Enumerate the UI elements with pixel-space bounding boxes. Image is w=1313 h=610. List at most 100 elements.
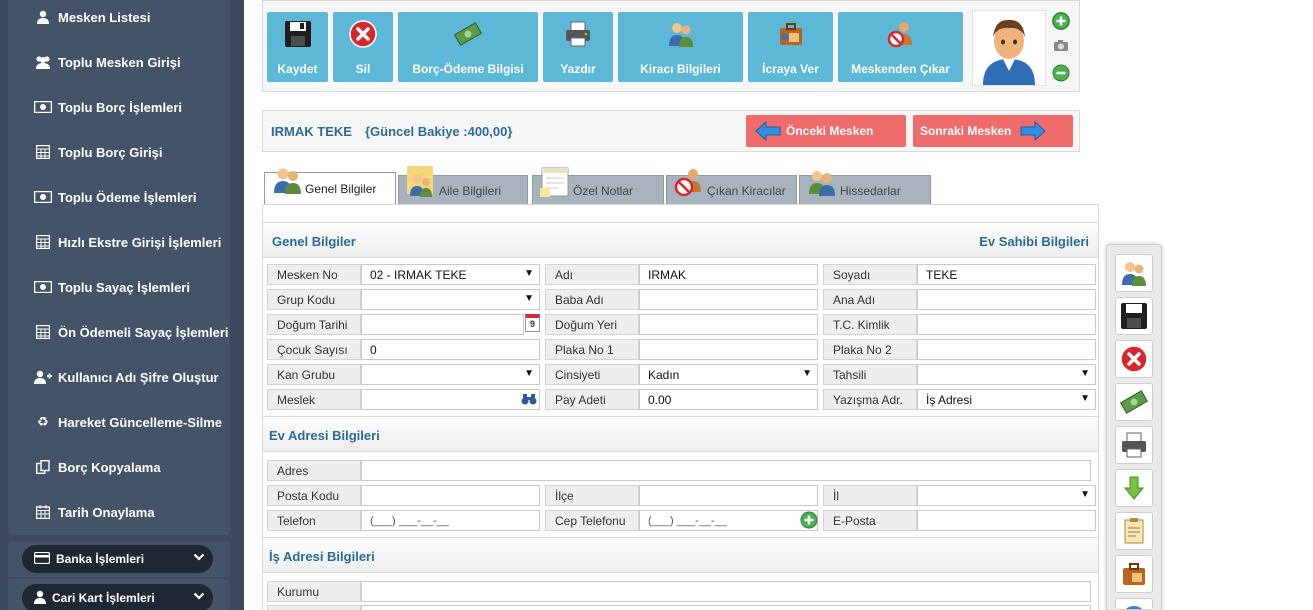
share-count-field[interactable]: 0.00: [639, 389, 818, 410]
field-label: Doğum Tarihi: [267, 314, 361, 335]
money-icon: [34, 190, 52, 204]
sidebar-item-toplu-borc-girisi[interactable]: Toplu Borç Girişi: [34, 142, 163, 162]
minus-icon: [1052, 64, 1070, 82]
calendar-icon[interactable]: 9: [525, 314, 540, 332]
floating-tenants-button[interactable]: [1115, 254, 1153, 292]
sidebar: Mesken Listesi Toplu Mesken Girişi Toplu…: [0, 0, 244, 610]
sidebar-item-mesken-listesi[interactable]: Mesken Listesi: [34, 7, 151, 27]
section-header-genel: Genel Bilgiler Ev Sahibi Bilgileri: [263, 222, 1098, 258]
sidebar-item-toplu-odeme-islemleri[interactable]: Toplu Ödeme İşlemleri: [34, 187, 196, 207]
tenants-button[interactable]: Kiracı Bilgileri: [618, 12, 743, 82]
birth-date-field[interactable]: [361, 314, 524, 335]
user-icon: [34, 590, 46, 607]
institution-field[interactable]: [361, 581, 1091, 602]
field-label: Posta Kodu: [267, 485, 361, 506]
sidebar-group-cari-kart[interactable]: Cari Kart İşlemleri: [22, 584, 213, 610]
calculator-icon: [34, 145, 52, 159]
last-name-field[interactable]: TEKE: [917, 264, 1096, 285]
blood-type-select[interactable]: [361, 364, 540, 385]
occupation-field[interactable]: [361, 389, 540, 410]
plate-2-field[interactable]: [917, 339, 1096, 360]
remove-photo-button[interactable]: [1052, 64, 1070, 82]
meskenden-cikar-button[interactable]: Meskenden Çıkar: [838, 12, 963, 82]
borc-odeme-button[interactable]: Borç-Ödeme Bilgisi: [398, 12, 538, 82]
email-field[interactable]: [917, 510, 1096, 531]
floating-delete-button[interactable]: [1115, 340, 1153, 378]
field-partial[interactable]: [361, 605, 1091, 610]
camera-button[interactable]: [1052, 37, 1070, 55]
field-label: Baba Adı: [545, 289, 639, 310]
tab-hissedarlar[interactable]: Hissedarlar: [799, 171, 931, 205]
birth-place-field[interactable]: [639, 314, 818, 335]
sidebar-item-borc-kopyalama[interactable]: Borç Kopyalama: [34, 457, 161, 477]
sidebar-item-tarih-onaylama[interactable]: Tarih Onaylama: [34, 502, 155, 522]
binoculars-icon[interactable]: [521, 392, 537, 406]
children-count-field[interactable]: 0: [361, 339, 540, 360]
correspondence-select[interactable]: İş Adresi: [917, 389, 1096, 410]
user-icon: [34, 10, 52, 24]
avatar[interactable]: [972, 10, 1046, 86]
sidebar-item-kullanici-sifre[interactable]: Kullanıcı Adı Şifre Oluştur: [34, 367, 219, 387]
previous-mesken-label: Önceki Mesken: [786, 124, 874, 138]
group-code-select[interactable]: [361, 289, 540, 310]
tab-aile-bilgileri[interactable]: Aile Bilgileri: [398, 166, 528, 205]
tab-ozel-notlar[interactable]: Özel Notlar: [532, 167, 664, 205]
section-header-ev-adresi: Ev Adresi Bilgileri: [263, 416, 1098, 452]
field-label: Pay Adeti: [545, 389, 639, 410]
tab-label: Genel Bilgiler: [305, 182, 377, 196]
sidebar-item-hizli-ekstre[interactable]: Hızlı Ekstre Girişi İşlemleri: [34, 232, 221, 252]
first-name-field[interactable]: IRMAK: [639, 264, 818, 285]
previous-mesken-button[interactable]: Önceki Mesken: [746, 115, 906, 147]
icraya-ver-label: İcraya Ver: [762, 62, 819, 76]
sidebar-item-hareket-guncelleme[interactable]: ♻ Hareket Güncelleme-Silme: [34, 412, 222, 432]
address-field[interactable]: [361, 460, 1091, 481]
sidebar-group-banka[interactable]: Banka İşlemleri: [22, 545, 213, 573]
phone-field[interactable]: (___) ___-__-__: [361, 510, 540, 531]
delete-button[interactable]: Sil: [333, 12, 393, 82]
city-select[interactable]: [917, 485, 1096, 506]
plate-1-field[interactable]: [639, 339, 818, 360]
mother-name-field[interactable]: [917, 289, 1096, 310]
education-select[interactable]: [917, 364, 1096, 385]
tc-id-field[interactable]: [917, 314, 1096, 335]
plus-icon: [1052, 12, 1070, 30]
chevron-down-icon: [193, 590, 205, 605]
floating-briefcase-button[interactable]: [1115, 555, 1153, 593]
departed-icon: [674, 169, 701, 197]
mobile-phone-field[interactable]: (___) ___-__-__: [639, 510, 818, 531]
sidebar-item-on-odemeli-sayac[interactable]: Ön Ödemeli Sayaç İşlemleri: [34, 322, 229, 342]
section-title-genel: Genel Bilgiler: [272, 234, 356, 249]
father-name-field[interactable]: [639, 289, 818, 310]
postal-code-field[interactable]: [361, 485, 540, 506]
mesken-no-select[interactable]: 02 - IRMAK TEKE: [361, 264, 540, 285]
save-button[interactable]: Kaydet: [267, 12, 328, 82]
print-button[interactable]: Yazdır: [543, 12, 613, 82]
floating-globe-button[interactable]: [1115, 598, 1153, 610]
add-phone-icon[interactable]: [800, 511, 818, 529]
print-button-label: Yazdır: [560, 62, 596, 76]
tenants-icon: [668, 23, 693, 47]
field-label: Doğum Yeri: [545, 314, 639, 335]
next-mesken-button[interactable]: Sonraki Mesken: [913, 115, 1073, 147]
gender-select[interactable]: Kadın: [639, 364, 818, 385]
money-icon: [34, 280, 52, 294]
field-label: Çocuk Sayısı: [267, 339, 361, 360]
sidebar-item-label: Toplu Mesken Girişi: [58, 54, 181, 70]
add-photo-button[interactable]: [1052, 12, 1070, 30]
sidebar-item-toplu-sayac[interactable]: Toplu Sayaç İşlemleri: [34, 277, 190, 297]
calendar-icon: [34, 505, 52, 519]
floating-print-button[interactable]: [1115, 426, 1153, 464]
field-label: Mesken No: [267, 264, 361, 285]
icraya-ver-button[interactable]: İcraya Ver: [748, 12, 833, 82]
floating-money-button[interactable]: [1115, 383, 1153, 421]
tab-cikan-kiracilar[interactable]: Çıkan Kiracılar: [666, 169, 797, 205]
save-button-label: Kaydet: [277, 62, 318, 76]
floating-download-button[interactable]: [1115, 469, 1153, 507]
floating-document-button[interactable]: [1115, 512, 1153, 550]
tab-genel-bilgiler[interactable]: Genel Bilgiler: [264, 168, 396, 205]
sidebar-item-toplu-borc-islemleri[interactable]: Toplu Borç İşlemleri: [34, 97, 182, 117]
arrow-left-icon: [755, 120, 781, 142]
sidebar-item-toplu-mesken-girisi[interactable]: Toplu Mesken Girişi: [34, 52, 181, 72]
floating-save-button[interactable]: [1115, 297, 1153, 335]
district-field[interactable]: [639, 485, 818, 506]
